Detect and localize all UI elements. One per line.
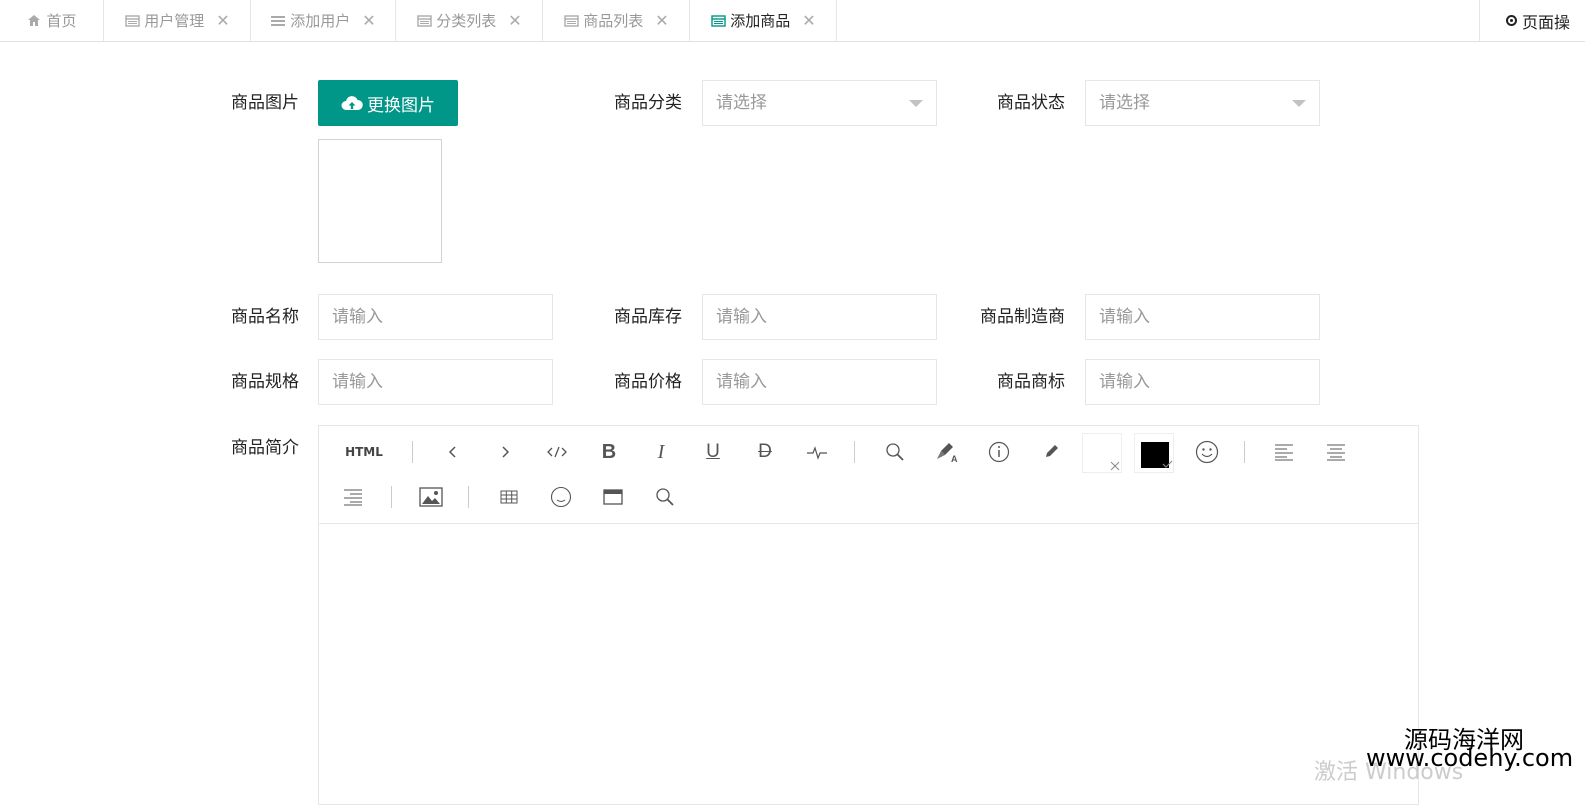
editor-toolbar: HTML B I U D A [319,426,1418,524]
tab-label: 商品列表 [583,12,644,30]
pulse-icon[interactable] [802,437,832,467]
status-placeholder: 请选择 [1099,93,1150,113]
italic-icon[interactable]: I [646,437,676,467]
category-label: 商品分类 [614,93,682,113]
cloud-upload-icon [341,96,363,110]
toolbar-separator [1244,441,1245,463]
site-url-watermark: www.codehy.com [1366,744,1574,772]
spec-label: 商品规格 [231,372,299,392]
window-icon [710,14,726,28]
tab-home[interactable]: 首页 [0,0,104,41]
change-image-button[interactable]: 更换图片 [318,80,458,126]
table-icon[interactable] [494,482,524,512]
fullscreen-icon[interactable] [598,482,628,512]
close-icon[interactable]: ✕ [802,11,815,30]
svg-text:A: A [951,454,958,463]
target-icon [1506,15,1517,26]
tab-category-list[interactable]: 分类列表 ✕ [396,0,543,41]
rich-text-editor: HTML B I U D A [318,425,1419,805]
editor-content-area[interactable] [319,524,1418,804]
window-icon [563,14,579,28]
close-icon[interactable]: ✕ [216,11,229,30]
list-icon [270,14,286,28]
stock-input[interactable] [702,294,937,340]
spec-input[interactable] [318,359,553,405]
tab-label: 用户管理 [144,12,205,30]
category-placeholder: 请选择 [716,93,767,113]
clear-format-icon[interactable]: A [932,437,962,467]
undo-icon[interactable] [438,437,468,467]
close-icon[interactable]: ✕ [508,11,521,30]
status-label: 商品状态 [997,93,1065,113]
tab-label: 首页 [46,12,77,30]
manufacturer-label: 商品制造商 [980,307,1065,327]
html-button[interactable]: HTML [339,437,389,467]
tab-user-management[interactable]: 用户管理 ✕ [104,0,251,41]
change-image-label: 更换图片 [367,95,435,116]
tab-label: 添加用户 [290,12,351,30]
zoom-icon[interactable] [650,482,680,512]
emoticon-icon[interactable] [546,482,576,512]
intro-label: 商品简介 [231,438,299,458]
redo-icon[interactable] [490,437,520,467]
tab-bar: 首页 用户管理 ✕ 添加用户 ✕ 分类列表 ✕ 商品列表 ✕ 添加商品 ✕ 页面… [0,0,1585,42]
image-label: 商品图片 [231,93,299,113]
tab-product-list[interactable]: 商品列表 ✕ [543,0,690,41]
dropdown-arrow-icon [909,100,923,107]
tab-label: 添加商品 [730,12,791,30]
underline-icon[interactable]: U [698,437,728,467]
image-icon[interactable] [416,482,446,512]
tab-add-product[interactable]: 添加商品 ✕ [690,0,837,41]
name-label: 商品名称 [231,307,299,327]
strikethrough-icon[interactable]: D [750,437,780,467]
manufacturer-input[interactable] [1085,294,1320,340]
status-select[interactable]: 请选择 [1085,80,1320,126]
emoji-icon[interactable] [1192,437,1222,467]
category-select[interactable]: 请选择 [702,80,937,126]
dropdown-arrow-icon [1292,100,1306,107]
bg-color-swatch[interactable] [1082,433,1122,473]
image-preview [318,139,442,263]
close-icon[interactable]: ✕ [362,11,375,30]
home-icon [26,14,42,28]
toolbar-separator [391,486,392,508]
tab-label: 分类列表 [436,12,497,30]
close-icon[interactable]: ✕ [655,11,668,30]
align-center-icon[interactable] [1321,437,1351,467]
pen-icon[interactable] [1036,437,1066,467]
brand-label: 商品商标 [997,372,1065,392]
code-icon[interactable] [542,437,572,467]
toolbar-separator [854,441,855,463]
window-icon [416,14,432,28]
name-input[interactable] [318,294,553,340]
info-icon[interactable] [984,437,1014,467]
toolbar-separator [468,486,469,508]
window-icon [124,14,140,28]
search-icon[interactable] [880,437,910,467]
tab-add-user[interactable]: 添加用户 ✕ [251,0,396,41]
toolbar-separator [412,441,413,463]
align-right-icon[interactable] [338,482,368,512]
price-label: 商品价格 [614,372,682,392]
price-input[interactable] [702,359,937,405]
align-left-icon[interactable] [1269,437,1299,467]
page-operations-label: 页面操 [1522,12,1571,32]
page-operations-button[interactable]: 页面操 [1479,0,1585,41]
stock-label: 商品库存 [614,307,682,327]
bold-icon[interactable]: B [594,437,624,467]
brand-input[interactable] [1085,359,1320,405]
font-color-swatch[interactable] [1134,433,1174,473]
